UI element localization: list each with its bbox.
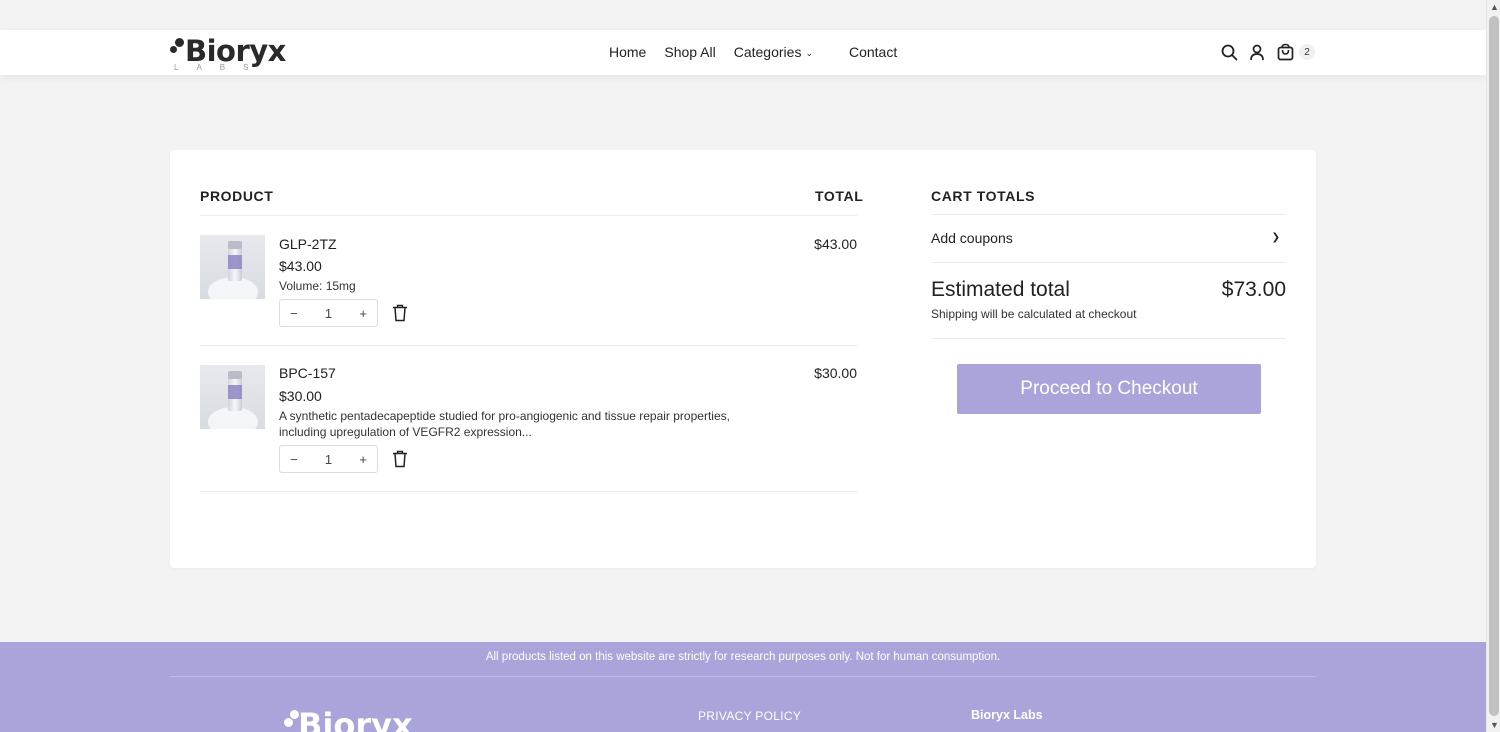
- column-header-product: PRODUCT: [200, 188, 274, 204]
- scroll-down-icon[interactable]: ▼: [1490, 720, 1499, 730]
- scrollbar-thumb[interactable]: [1489, 16, 1499, 716]
- cart-totals-title: CART TOTALS: [931, 188, 1036, 204]
- logo-dot: [170, 46, 177, 53]
- scroll-up-icon[interactable]: ▲: [1490, 2, 1499, 12]
- row-total: $43.00: [814, 236, 857, 252]
- divider: [200, 215, 857, 216]
- page-scrollbar[interactable]: ▲ ▼: [1486, 0, 1500, 732]
- trash-icon[interactable]: [392, 450, 408, 468]
- quantity-input[interactable]: 1: [308, 452, 350, 467]
- divider: [170, 676, 1316, 677]
- divider: [200, 345, 857, 346]
- nav-home[interactable]: Home: [609, 44, 646, 60]
- trash-icon[interactable]: [392, 304, 408, 322]
- quantity-increase-button[interactable]: +: [349, 452, 377, 467]
- research-disclaimer: All products listed on this website are …: [485, 651, 1001, 663]
- account-icon[interactable]: [1247, 42, 1267, 62]
- quantity-stepper: − 1 +: [279, 299, 378, 327]
- quantity-decrease-button[interactable]: −: [280, 452, 308, 467]
- logo-subtitle: LABS: [174, 63, 267, 72]
- row-total: $30.00: [814, 365, 857, 381]
- quantity-decrease-button[interactable]: −: [280, 306, 308, 321]
- nav-contact[interactable]: Contact: [849, 44, 897, 60]
- divider: [931, 214, 1286, 215]
- product-thumbnail[interactable]: [200, 235, 265, 299]
- estimated-total-label: Estimated total: [931, 278, 1070, 301]
- product-price: $30.00: [279, 388, 322, 404]
- nav-categories-label: Categories: [733, 44, 802, 60]
- main-nav: Home Shop All Categories ⌄ Contact: [609, 44, 915, 60]
- privacy-policy-link[interactable]: PRIVACY POLICY: [698, 709, 801, 723]
- proceed-to-checkout-button[interactable]: Proceed to Checkout: [957, 364, 1261, 414]
- column-header-total: TOTAL: [815, 188, 864, 204]
- footer-brand-heading: Bioryx Labs: [971, 708, 1043, 722]
- footer-logo-wordmark: Bioryx: [298, 706, 413, 732]
- add-coupons-label: Add coupons: [931, 230, 1013, 246]
- product-name[interactable]: BPC-157: [279, 365, 336, 381]
- add-coupons-toggle[interactable]: Add coupons ❯: [931, 230, 1286, 246]
- quantity-input[interactable]: 1: [308, 306, 350, 321]
- quantity-increase-button[interactable]: +: [349, 306, 377, 321]
- divider: [931, 262, 1286, 263]
- nav-shop-all[interactable]: Shop All: [664, 44, 715, 60]
- product-price: $43.00: [279, 258, 322, 274]
- divider: [200, 491, 857, 492]
- cart-icon[interactable]: [1275, 42, 1295, 62]
- cart-card: PRODUCT TOTAL GLP-2TZ $43.00 Volume: 15m…: [170, 150, 1316, 568]
- product-description: A synthetic pentadecapeptide studied for…: [279, 409, 730, 439]
- product-thumbnail[interactable]: [200, 365, 265, 429]
- nav-categories[interactable]: Categories ⌄: [734, 44, 831, 60]
- header-actions: 2: [1219, 42, 1315, 62]
- site-footer: All products listed on this website are …: [0, 642, 1486, 732]
- site-logo[interactable]: Bioryx LABS: [170, 34, 290, 73]
- chevron-down-icon: ⌄: [805, 47, 813, 58]
- estimated-total-value: $73.00: [1221, 278, 1286, 301]
- cart-count-badge: 2: [1299, 44, 1315, 60]
- product-name[interactable]: GLP-2TZ: [279, 236, 337, 252]
- divider: [931, 338, 1286, 339]
- shipping-note: Shipping will be calculated at checkout: [931, 307, 1137, 321]
- quantity-stepper: − 1 +: [279, 445, 378, 473]
- product-meta: Volume: 15mg: [279, 279, 356, 293]
- search-icon[interactable]: [1219, 42, 1239, 62]
- site-header: Bioryx LABS Home Shop All Categories ⌄ C…: [0, 30, 1486, 75]
- chevron-down-icon: ❯: [1271, 232, 1280, 243]
- logo-dot: [175, 38, 184, 47]
